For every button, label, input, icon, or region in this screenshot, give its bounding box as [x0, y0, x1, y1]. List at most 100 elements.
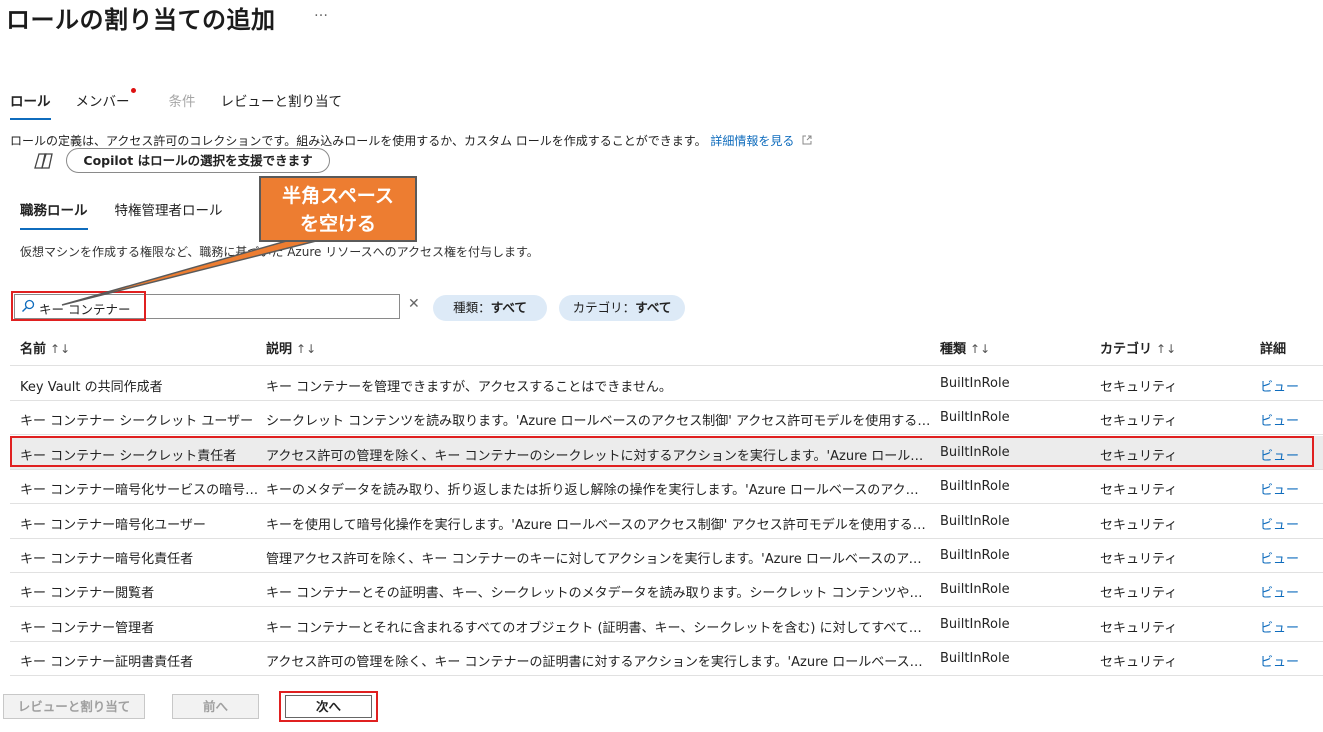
role-category-cell: セキュリティ	[1100, 655, 1178, 671]
annotation-line-1: 半角スペース	[282, 185, 394, 207]
role-description-text: ロールの定義は、アクセス許可のコレクションです。組み込みロールを使用するか、カス…	[10, 134, 707, 148]
role-description-cell: キー コンテナーとその証明書、キー、シークレットのメタデータを読み取ります。シー…	[266, 586, 931, 602]
role-type-cell: BuiltInRole	[940, 651, 1010, 667]
table-row[interactable]: Key Vault の共同作成者 キー コンテナーを管理できますが、アクセスするこ…	[10, 367, 1323, 401]
role-name-cell: キー コンテナー管理者	[20, 620, 155, 636]
tab-conditions[interactable]: 条件	[169, 90, 196, 118]
filter-type-pill[interactable]: 種類：すべて	[433, 295, 547, 321]
more-options-icon[interactable]: …	[314, 4, 329, 20]
role-name-cell: キー コンテナー シークレット ユーザー	[20, 414, 254, 430]
tab-role[interactable]: ロール	[10, 90, 51, 120]
table-row[interactable]: キー コンテナー暗号化ユーザー キーを使用して暗号化操作を実行します。'Azure…	[10, 505, 1323, 539]
subtab-description: 仮想マシンを作成する権限など、職務に基づいた Azure リソースへのアクセス権…	[20, 245, 539, 259]
role-category-cell: セキュリティ	[1100, 380, 1178, 395]
filter-category-label: カテゴリ：	[572, 300, 636, 315]
required-dot-icon	[130, 88, 136, 93]
column-header-details: 詳細	[1260, 342, 1287, 357]
role-category-cell: セキュリティ	[1100, 552, 1178, 567]
role-type-cell: BuiltInRole	[940, 376, 1010, 391]
subtab-privileged-label: 特権管理者ロール	[114, 203, 223, 219]
annotation-callout: 半角スペース を空ける	[259, 176, 417, 242]
role-view-link[interactable]: ビュー	[1260, 548, 1310, 567]
copilot-icon	[34, 153, 53, 169]
role-view-link[interactable]: ビュー	[1260, 479, 1310, 498]
column-header-category-label: カテゴリ	[1100, 342, 1153, 357]
table-row[interactable]: キー コンテナー暗号化責任者 管理アクセス許可を除く、キー コンテナーのキーに対し…	[10, 539, 1323, 573]
role-name-cell: キー コンテナー暗号化サービスの暗号化ユーザー	[20, 483, 260, 499]
role-name-cell: Key Vault の共同作成者	[20, 380, 163, 395]
role-description-cell: キー コンテナーとそれに含まれるすべてのオブジェクト (証明書、キー、シークレッ…	[266, 620, 931, 636]
role-description-cell: アクセス許可の管理を除く、キー コンテナーの証明書に対するアクションを実行します…	[266, 655, 931, 671]
subtab-privileged-admin-roles[interactable]: 特権管理者ロール	[115, 199, 223, 227]
role-description-cell: キーを使用して暗号化操作を実行します。'Azure ロールベースのアクセス制御'…	[266, 517, 931, 533]
role-type-cell: BuiltInRole	[940, 410, 1010, 426]
table-header: 名前 ↑↓ 説明 ↑↓ 種類 ↑↓ カテゴリ ↑↓ 詳細	[10, 332, 1323, 366]
role-description-cell: シークレット コンテンツを読み取ります。'Azure ロールベースのアクセス制御…	[266, 414, 931, 430]
selected-row-highlight-box	[10, 436, 1314, 467]
column-header-category[interactable]: カテゴリ ↑↓	[1100, 338, 1176, 357]
table-row[interactable]: キー コンテナー シークレット ユーザー シークレット コンテンツを読み取ります。…	[10, 401, 1323, 436]
table-row[interactable]: キー コンテナー管理者 キー コンテナーとそれに含まれるすべてのオブジェクト (証…	[10, 608, 1323, 642]
tab-members[interactable]: メンバー	[75, 88, 136, 118]
external-link-icon	[802, 135, 812, 145]
previous-button[interactable]: 前へ	[172, 694, 259, 719]
role-category-cell: セキュリティ	[1100, 586, 1178, 602]
role-name-cell: キー コンテナー証明書責任者	[20, 655, 194, 671]
filter-type-value: すべて	[490, 300, 527, 315]
filter-type-label: 種類：	[453, 300, 491, 315]
column-header-type-label: 種類	[940, 342, 967, 357]
page-title: ロールの割り当ての追加	[6, 6, 276, 34]
role-view-link[interactable]: ビュー	[1260, 376, 1310, 395]
role-type-cell: BuiltInRole	[940, 548, 1010, 563]
role-view-link[interactable]: ビュー	[1260, 617, 1310, 636]
main-tabs: ロール メンバー 条件 レビューと割り当て	[10, 88, 367, 120]
table-row[interactable]: キー コンテナー暗号化サービスの暗号化ユーザーキーのメタデータを読み取り、折り返…	[10, 470, 1323, 505]
role-description-cell: キー コンテナーを管理できますが、アクセスすることはできません。	[266, 380, 672, 395]
filter-category-pill[interactable]: カテゴリ：すべて	[559, 295, 685, 321]
tab-conditions-label: 条件	[168, 94, 196, 110]
role-type-cell: BuiltInRole	[940, 479, 1010, 495]
next-button-highlight-box	[279, 691, 378, 722]
sort-icon: ↑↓	[50, 342, 71, 356]
role-view-link[interactable]: ビュー	[1260, 514, 1310, 533]
column-header-type[interactable]: 種類 ↑↓	[940, 338, 990, 357]
role-type-cell: BuiltInRole	[940, 582, 1010, 598]
role-description: ロールの定義は、アクセス許可のコレクションです。組み込みロールを使用するか、カス…	[10, 132, 812, 149]
table-row[interactable]: キー コンテナー証明書責任者 アクセス許可の管理を除く、キー コンテナーの証明書に…	[10, 642, 1323, 677]
learn-more-link[interactable]: 詳細情報を見る	[710, 134, 794, 148]
filter-category-value: すべて	[635, 300, 672, 315]
tab-review-assign-label: レビューと割り当て	[220, 94, 343, 110]
subtab-job-function-roles[interactable]: 職務ロール	[20, 199, 88, 230]
role-view-link[interactable]: ビュー	[1260, 410, 1310, 429]
role-category-cell: セキュリティ	[1100, 414, 1178, 430]
tab-members-label: メンバー	[75, 94, 130, 110]
role-description-cell: 管理アクセス許可を除く、キー コンテナーのキーに対してアクションを実行します。'…	[266, 552, 931, 567]
sort-icon: ↑↓	[970, 342, 991, 356]
column-header-name[interactable]: 名前 ↑↓	[20, 338, 70, 357]
role-view-link[interactable]: ビュー	[1260, 582, 1310, 601]
role-category-cell: セキュリティ	[1100, 620, 1178, 636]
column-header-description[interactable]: 説明 ↑↓	[266, 338, 316, 357]
role-name-cell: キー コンテナー暗号化ユーザー	[20, 517, 206, 533]
search-highlight-box	[11, 291, 146, 321]
tab-review-assign[interactable]: レビューと割り当て	[221, 90, 343, 118]
review-assign-button[interactable]: レビューと割り当て	[3, 694, 145, 719]
column-header-description-label: 説明	[266, 342, 293, 357]
role-description-cell: キーのメタデータを読み取り、折り返しまたは折り返し解除の操作を実行します。'Az…	[266, 483, 931, 499]
column-header-name-label: 名前	[20, 342, 47, 357]
role-type-cell: BuiltInRole	[940, 616, 1010, 632]
tab-role-label: ロール	[10, 94, 51, 110]
role-name-cell: キー コンテナー閲覧者	[20, 586, 155, 602]
role-category-cell: セキュリティ	[1100, 483, 1178, 499]
copilot-assist-button[interactable]: Copilot はロールの選択を支援できます	[66, 148, 330, 173]
role-subtabs: 職務ロール 特権管理者ロール	[20, 199, 250, 230]
role-category-cell: セキュリティ	[1100, 517, 1178, 533]
sort-icon: ↑↓	[1156, 342, 1177, 356]
clear-search-icon[interactable]: ✕	[408, 296, 420, 312]
annotation-line-2: を空ける	[299, 213, 376, 235]
role-view-link[interactable]: ビュー	[1260, 651, 1310, 670]
sort-icon: ↑↓	[296, 342, 317, 356]
role-type-cell: BuiltInRole	[940, 513, 1010, 529]
subtab-job-function-label: 職務ロール	[20, 203, 88, 219]
table-row[interactable]: キー コンテナー閲覧者 キー コンテナーとその証明書、キー、シークレットのメタデー…	[10, 573, 1323, 608]
